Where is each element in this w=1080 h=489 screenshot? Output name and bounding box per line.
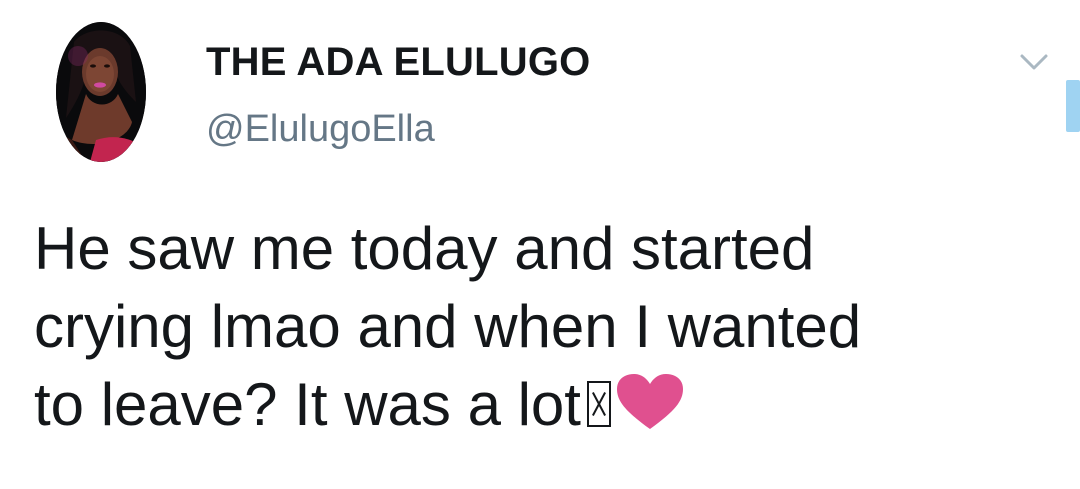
tweet-text-line: He saw me today and started (34, 215, 815, 282)
tweet-text-line: to leave? It was a lot (34, 366, 1044, 444)
tweet-text-line-content: to leave? It was a lot (34, 371, 581, 438)
display-name[interactable]: THE ADA ELULUGO (206, 40, 590, 85)
tweet-text-line-content: crying lmao and when I wanted (34, 293, 862, 360)
tweet-card: THE ADA ELULUGO @ElulugoElla He saw me t… (0, 0, 1080, 489)
user-handle[interactable]: @ElulugoElla (206, 108, 435, 151)
missing-glyph-icon (586, 381, 611, 427)
avatar-image (56, 22, 146, 162)
tweet-text-line: crying lmao and when I wanted (34, 288, 1044, 366)
pink-heart-icon (616, 374, 683, 429)
tweet-text: He saw me today and started crying lmao … (34, 210, 1044, 444)
chevron-down-icon[interactable] (1016, 48, 1052, 76)
scroll-indicator (1066, 80, 1080, 132)
avatar[interactable] (56, 22, 146, 162)
